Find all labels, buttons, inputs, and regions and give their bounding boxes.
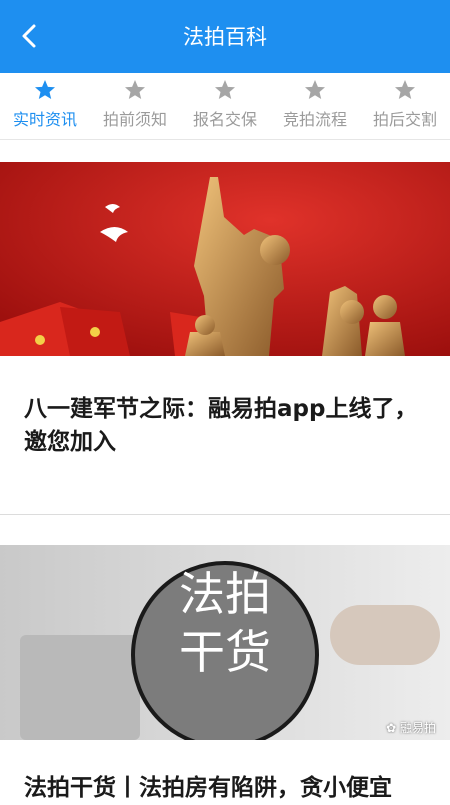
tab-pre-auction-notes[interactable]: 拍前须知 <box>90 73 180 139</box>
article-image[interactable]: 法拍 干货 <box>0 545 450 740</box>
badge-line-2: 干货 <box>179 625 271 679</box>
tab-realtime-news[interactable]: 实时资讯 <box>0 73 90 139</box>
badge-text: 法拍 干货 <box>133 565 317 681</box>
badge-line-1: 法拍 <box>179 567 271 621</box>
tab-post-auction-handover[interactable]: 拍后交割 <box>360 73 450 139</box>
tab-registration-deposit[interactable]: 报名交保 <box>180 73 270 139</box>
page-title: 法拍百科 <box>183 25 267 49</box>
star-icon <box>125 80 145 99</box>
app-header: 法拍百科 <box>0 0 450 73</box>
tab-label: 拍前须知 <box>102 110 167 129</box>
tab-label: 报名交保 <box>192 110 257 129</box>
star-icon <box>215 80 235 99</box>
article-title[interactable]: 八一建军节之际：融易拍app上线了，邀您加入 <box>24 393 426 459</box>
tab-label: 竞拍流程 <box>282 110 347 129</box>
watermark-text: 融易拍 <box>399 721 436 735</box>
article-image[interactable] <box>0 162 450 356</box>
watermark: ✿ 融易拍 <box>386 719 436 736</box>
star-icon <box>35 80 55 99</box>
tab-bidding-process[interactable]: 竞拍流程 <box>270 73 360 139</box>
star-icon <box>395 80 415 99</box>
wechat-icon: ✿ <box>386 721 397 735</box>
tab-label: 拍后交割 <box>372 110 437 129</box>
army-day-banner-image <box>0 162 450 356</box>
tab-bar: 实时资讯 拍前须知 报名交保 竞拍流程 拍后交割 <box>0 73 450 140</box>
article-title[interactable]: 法拍干货丨法拍房有陷阱，贪小便宜 <box>24 772 440 805</box>
tab-label: 实时资讯 <box>12 110 77 129</box>
divider <box>0 514 450 515</box>
star-icon <box>305 80 325 99</box>
